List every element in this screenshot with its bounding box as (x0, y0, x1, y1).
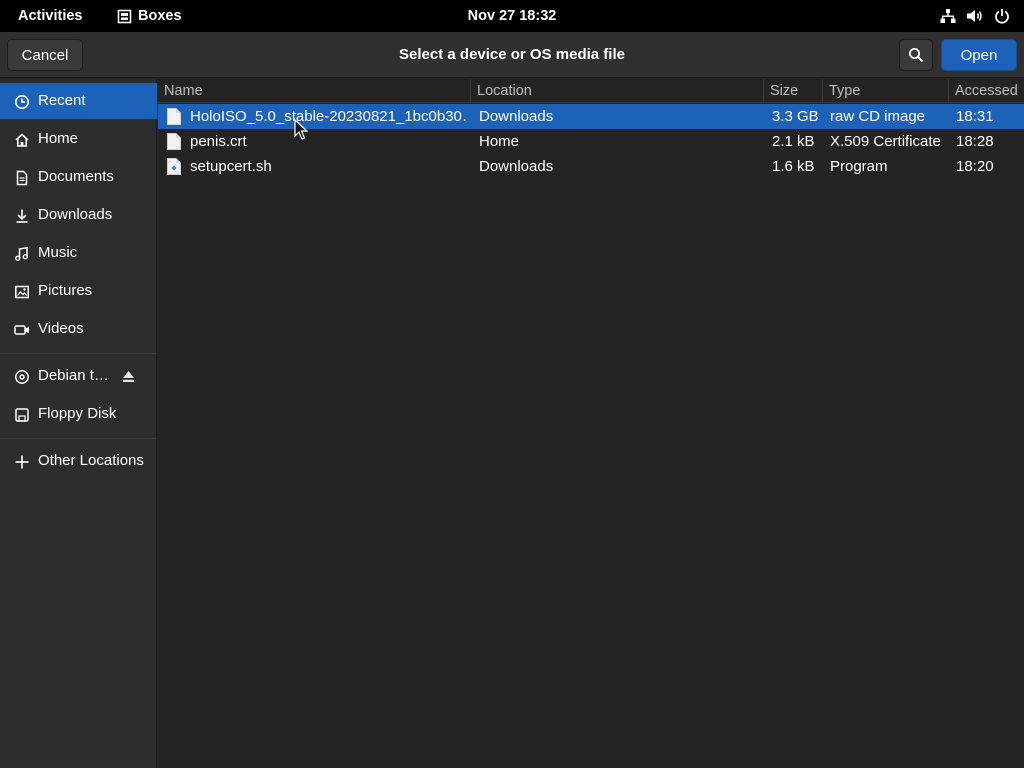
sidebar-item-debian-volume[interactable]: Debian t… (0, 358, 157, 394)
file-type: Program (830, 158, 888, 175)
video-icon (13, 321, 30, 338)
sidebar-item-label: Recent (38, 92, 86, 109)
file-list[interactable]: Name Location Size Type Accessed HoloISO… (158, 79, 1024, 768)
clock[interactable]: Nov 27 18:32 (468, 8, 557, 24)
clock-icon (13, 93, 30, 110)
home-icon (13, 131, 30, 148)
places-sidebar: Recent Home Documents Downloads Music Pi… (0, 79, 157, 768)
file-row[interactable]: setupcert.sh Downloads 1.6 kB Program 18… (158, 154, 1024, 179)
plus-icon (13, 453, 30, 470)
dialog-header-bar: Cancel Select a device or OS media file … (0, 32, 1024, 78)
file-row[interactable]: HoloISO_5.0_stable-20230821_1bc0b30… Dow… (158, 104, 1024, 129)
cancel-button[interactable]: Cancel (7, 39, 83, 71)
activities-button[interactable]: Activities (18, 0, 82, 32)
floppy-icon (13, 406, 30, 423)
volume-icon (967, 10, 982, 22)
search-icon (909, 48, 924, 63)
sidebar-item-label: Debian t… (38, 367, 109, 384)
file-size: 2.1 kB (772, 133, 815, 150)
picture-icon (13, 283, 30, 300)
file-accessed: 18:31 (956, 108, 994, 125)
document-icon (13, 169, 30, 186)
sidebar-item-downloads[interactable]: Downloads (0, 197, 157, 233)
file-icon (167, 108, 181, 125)
app-menu[interactable]: Boxes (117, 0, 182, 32)
file-accessed: 18:28 (956, 133, 994, 150)
file-row[interactable]: penis.crt Home 2.1 kB X.509 Certificate … (158, 129, 1024, 154)
file-type: raw CD image (830, 108, 926, 125)
network-icon (940, 9, 956, 23)
column-header-name[interactable]: Name (158, 79, 470, 103)
disc-icon (13, 368, 30, 385)
boxes-app-icon (117, 9, 132, 23)
sidebar-item-other-locations[interactable]: Other Locations (0, 443, 157, 479)
sidebar-item-home[interactable]: Home (0, 121, 157, 157)
file-location: Downloads (479, 158, 554, 175)
top-bar: Activities Boxes Nov 27 18:32 (0, 0, 1024, 32)
download-icon (13, 207, 30, 224)
power-icon (995, 9, 1009, 24)
sidebar-item-label: Pictures (38, 282, 93, 299)
sidebar-item-label: Documents (38, 168, 114, 185)
sidebar-item-label: Floppy Disk (38, 405, 117, 422)
sidebar-item-label: Home (38, 130, 79, 147)
file-location: Home (479, 133, 520, 150)
sidebar-item-floppy-disk[interactable]: Floppy Disk (0, 396, 157, 432)
music-icon (13, 245, 30, 262)
sidebar-item-label: Other Locations (38, 452, 144, 469)
dialog-title: Select a device or OS media file (399, 46, 625, 63)
column-header-location[interactable]: Location (471, 79, 763, 103)
file-location: Downloads (479, 108, 554, 125)
file-icon (167, 133, 181, 150)
sidebar-separator (0, 353, 157, 354)
file-size: 3.3 GB (772, 108, 819, 125)
file-accessed: 18:20 (956, 158, 994, 175)
sidebar-item-label: Music (38, 244, 78, 261)
app-name: Boxes (138, 8, 182, 24)
file-type: X.509 Certificate (830, 133, 941, 150)
sidebar-item-pictures[interactable]: Pictures (0, 273, 157, 309)
column-header-size[interactable]: Size (764, 79, 822, 103)
script-file-icon (167, 158, 181, 175)
search-button[interactable] (899, 39, 933, 71)
open-button[interactable]: Open (941, 39, 1017, 71)
column-header-accessed[interactable]: Accessed (949, 79, 1024, 103)
sidebar-separator (0, 438, 157, 439)
sidebar-item-label: Downloads (38, 206, 113, 223)
file-size: 1.6 kB (772, 158, 815, 175)
column-headers: Name Location Size Type Accessed (158, 79, 1024, 103)
file-name: HoloISO_5.0_stable-20230821_1bc0b30… (190, 108, 468, 125)
file-name: penis.crt (190, 133, 247, 150)
file-name: setupcert.sh (190, 158, 272, 175)
sidebar-item-videos[interactable]: Videos (0, 311, 157, 347)
mouse-pointer-icon (294, 119, 308, 140)
column-header-type[interactable]: Type (823, 79, 948, 103)
sidebar-item-documents[interactable]: Documents (0, 159, 157, 195)
system-status-area[interactable] (940, 0, 1010, 32)
eject-icon[interactable] (120, 368, 137, 385)
sidebar-item-label: Videos (38, 320, 84, 337)
sidebar-item-music[interactable]: Music (0, 235, 157, 271)
sidebar-item-recent[interactable]: Recent (0, 83, 157, 119)
